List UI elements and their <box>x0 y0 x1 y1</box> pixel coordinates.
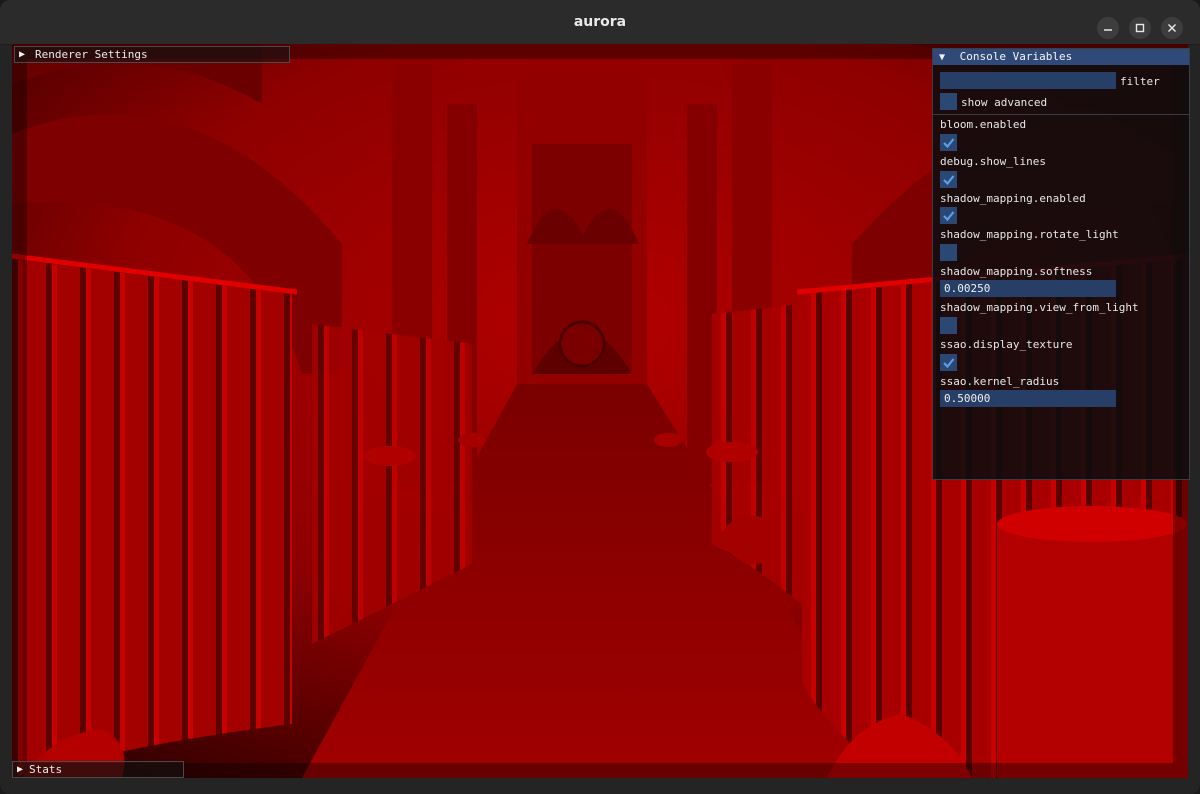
cvar-name-ssao-kernel-radius: ssao.kernel_radius <box>940 375 1060 388</box>
separator <box>933 114 1189 115</box>
filter-input[interactable] <box>940 72 1116 89</box>
expand-triangle-icon: ▶ <box>16 764 24 775</box>
close-icon <box>1167 23 1177 33</box>
cvar-checkbox-ssao-display-texture[interactable] <box>940 354 957 371</box>
cvar-name-shadow-mapping-enabled: shadow_mapping.enabled <box>940 192 1086 205</box>
cvar-name-ssao-display-texture: ssao.display_texture <box>940 338 1073 351</box>
cvar-checkbox-bloom-enabled[interactable] <box>940 134 957 151</box>
renderer-settings-header[interactable]: ▶ Renderer Settings <box>14 46 290 63</box>
minimize-icon <box>1104 29 1112 31</box>
checkmark-icon <box>943 211 955 222</box>
filter-label: filter <box>1120 75 1160 88</box>
show-advanced-checkbox[interactable] <box>940 93 957 110</box>
close-button[interactable] <box>1161 17 1183 39</box>
renderer-settings-label: Renderer Settings <box>35 48 148 61</box>
cvar-checkbox-shadow-mapping-rotate-light[interactable] <box>940 244 957 261</box>
maximize-button[interactable] <box>1129 17 1151 39</box>
checkmark-icon <box>943 138 955 149</box>
collapse-triangle-icon: ▼ <box>938 52 946 63</box>
cvar-name-shadow-mapping-rotate-light: shadow_mapping.rotate_light <box>940 228 1119 241</box>
cvar-input-ssao-kernel-radius[interactable]: 0.50000 <box>940 390 1116 407</box>
window-title: aurora <box>573 14 627 30</box>
maximize-icon <box>1135 23 1145 33</box>
cvar-name-bloom-enabled: bloom.enabled <box>940 118 1027 131</box>
stats-header[interactable]: ▶ Stats <box>12 761 184 778</box>
expand-triangle-icon: ▶ <box>18 49 26 60</box>
cvar-name-debug-show-lines: debug.show_lines <box>940 155 1046 168</box>
cvar-input-shadow-mapping-softness[interactable]: 0.00250 <box>940 280 1116 297</box>
stats-label: Stats <box>29 763 63 776</box>
cvar-checkbox-shadow-mapping-enabled[interactable] <box>940 207 957 224</box>
cvar-name-shadow-mapping-softness: shadow_mapping.softness <box>940 265 1093 278</box>
cvar-checkbox-shadow-mapping-view-from-light[interactable] <box>940 317 957 334</box>
minimize-button[interactable] <box>1097 17 1119 39</box>
console-variables-header[interactable]: ▼ Console Variables <box>933 49 1189 65</box>
console-variables-title: Console Variables <box>959 50 1073 63</box>
show-advanced-label: show advanced <box>961 96 1048 109</box>
cvar-name-shadow-mapping-view-from-light: shadow_mapping.view_from_light <box>940 301 1139 314</box>
title-bar[interactable]: aurora <box>0 0 1200 45</box>
checkmark-icon <box>943 175 955 186</box>
checkmark-icon <box>943 358 955 369</box>
cvar-checkbox-debug-show-lines[interactable] <box>940 171 957 188</box>
app-window: aurora ▶ Renderer Settings ▶ Stats ▼ Con… <box>0 0 1200 794</box>
console-variables-panel[interactable]: ▼ Console Variables filter show advanced… <box>932 48 1190 480</box>
